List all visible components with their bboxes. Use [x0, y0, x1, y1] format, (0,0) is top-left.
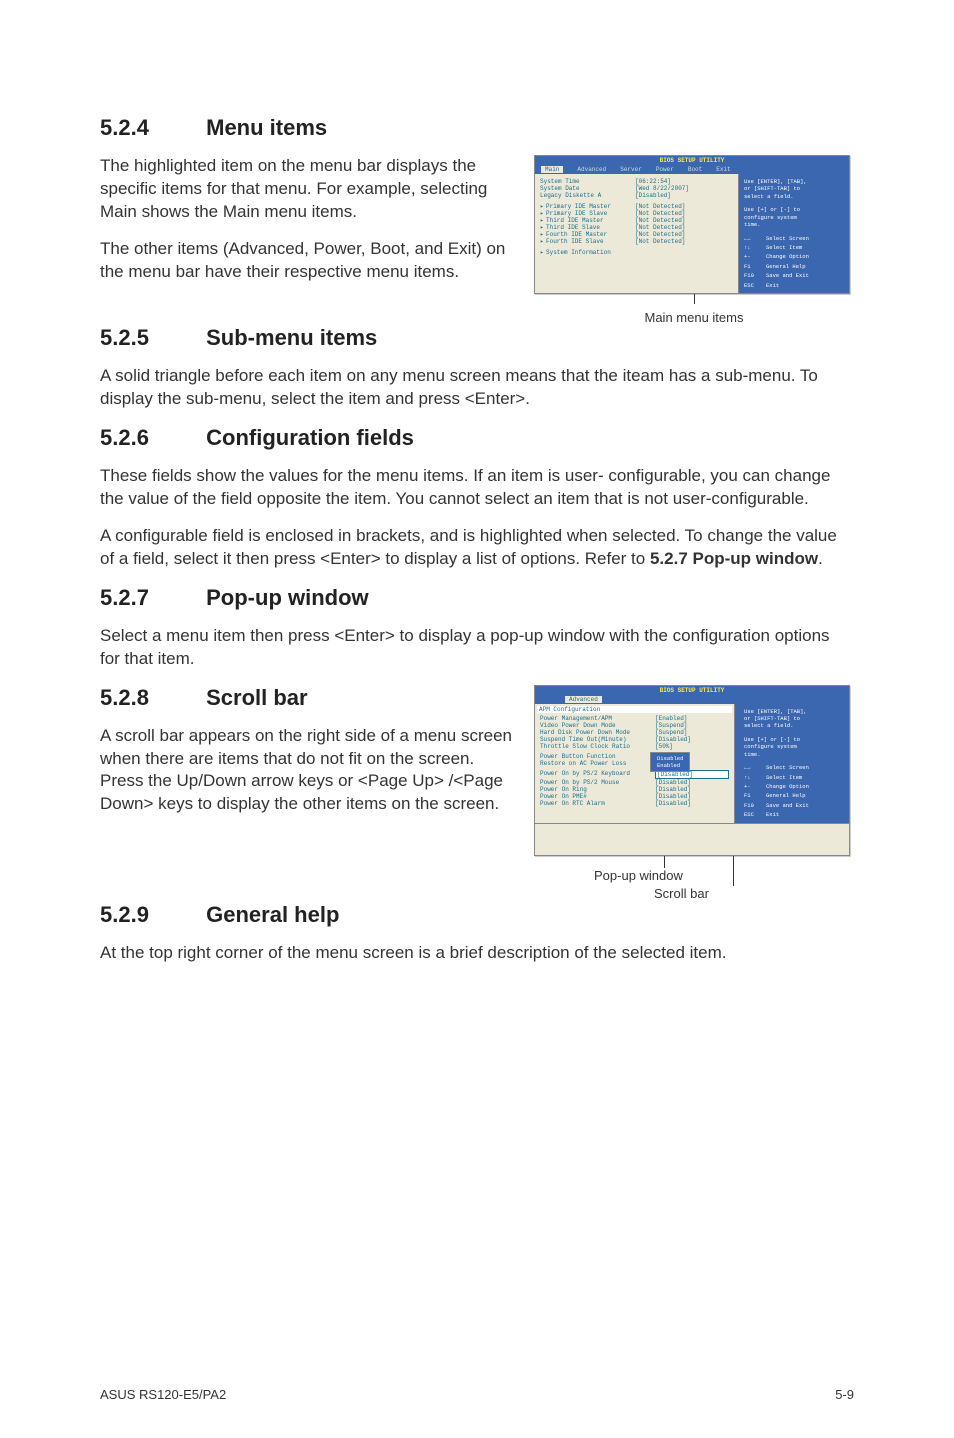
para-526b: A configurable field is enclosed in brac…	[100, 525, 854, 571]
bios1-sub-5[interactable]: ▸Fourth IDE Slave[Not Detected]	[540, 238, 733, 245]
heading-524: 5.2.4 Menu items	[100, 115, 854, 141]
pointer-line	[664, 856, 665, 868]
para-526a: These fields show the values for the men…	[100, 465, 854, 511]
bios2-row3-4[interactable]: Power On RTC Alarm[Disabled]	[540, 800, 729, 807]
bios1-sub-2[interactable]: ▸Third IDE Master[Not Detected]	[540, 217, 733, 224]
bios1-sub-1[interactable]: ▸Primary IDE Slave[Not Detected]	[540, 210, 733, 217]
heading-527: 5.2.7 Pop-up window	[100, 585, 854, 611]
col-fig-524: BIOS SETUP UTILITY Main Advanced Server …	[534, 155, 854, 325]
pointer-line	[733, 856, 734, 886]
bios-fig1: BIOS SETUP UTILITY Main Advanced Server …	[534, 155, 850, 294]
bios2-bottom	[535, 823, 849, 855]
bios2-row-0[interactable]: Power Management/APM[Enabled]	[540, 715, 729, 722]
bios1-left: System Time[06:22:54] System Date[Wed 8/…	[535, 174, 739, 293]
bios1-tab-boot[interactable]: Boot	[688, 166, 702, 173]
bios2-row-1[interactable]: Video Power Down Mode[Suspend]	[540, 722, 729, 729]
col-fig-528: BIOS SETUP UTILITY Advanced APM Configur…	[534, 685, 854, 902]
bios1-title: BIOS SETUP UTILITY	[535, 156, 849, 165]
bios1-sysinfo[interactable]: ▸System Information	[540, 249, 733, 256]
para-524a: The highlighted item on the menu bar dis…	[100, 155, 516, 224]
para-527: Select a menu item then press <Enter> to…	[100, 625, 854, 671]
bios2-row-2[interactable]: Hard Disk Power Down Mode[Suspend]	[540, 729, 729, 736]
bios2-popup[interactable]: Disabled Enabled	[650, 752, 690, 772]
bios2-title: BIOS SETUP UTILITY	[535, 686, 849, 695]
col-text-528: 5.2.8 Scroll bar A scroll bar appears on…	[100, 685, 516, 902]
bios2-row3-1[interactable]: Power On by PS/2 Mouse[Disabled]	[540, 779, 729, 786]
bios1-body: System Time[06:22:54] System Date[Wed 8/…	[535, 174, 849, 293]
popup-opt-enabled[interactable]: Enabled	[657, 762, 683, 769]
heading-524-num: 5.2.4	[100, 115, 200, 141]
popup-opt-disabled[interactable]: Disabled	[657, 755, 683, 762]
bios1-tab-exit[interactable]: Exit	[716, 166, 730, 173]
bios2-help: Use [ENTER], [TAB], or [SHIFT-TAB] to se…	[739, 704, 849, 823]
bios2-row-3[interactable]: Suspend Time Out(Minute)[Disabled]	[540, 736, 729, 743]
bios2-menubar: Advanced	[535, 695, 849, 704]
footer-left: ASUS RS120-E5/PA2	[100, 1387, 226, 1402]
pointer-line	[694, 294, 695, 304]
bios2-body: APM Configuration Power Management/APM[E…	[535, 704, 849, 823]
bios2-left: APM Configuration Power Management/APM[E…	[535, 704, 735, 823]
para-524b: The other items (Advanced, Power, Boot, …	[100, 238, 516, 284]
page: 5.2.4 Menu items The highlighted item on…	[0, 0, 954, 1438]
bios2-row2-1[interactable]: Restore on AC Power Loss	[540, 760, 729, 767]
bios1-row-sysdate[interactable]: System Date[Wed 8/22/2007]	[540, 185, 733, 192]
bios1-tab-power[interactable]: Power	[656, 166, 674, 173]
heading-524-title: Menu items	[206, 115, 327, 140]
bios2-tab-advanced[interactable]: Advanced	[565, 696, 602, 703]
fig2-caption-scroll: Scroll bar	[654, 886, 709, 901]
bios1-menubar: Main Advanced Server Power Boot Exit	[535, 165, 849, 174]
fig1-caption: Main menu items	[534, 310, 854, 325]
bios1-row-legacy[interactable]: Legacy Diskette A[Disabled]	[540, 192, 733, 199]
fig2-caption-popup: Pop-up window	[594, 868, 683, 883]
bios1-tab-server[interactable]: Server	[620, 166, 642, 173]
bios1-tab-main[interactable]: Main	[541, 166, 563, 173]
bios1-tab-advanced[interactable]: Advanced	[577, 166, 606, 173]
row-524: The highlighted item on the menu bar dis…	[100, 155, 854, 325]
heading-528: 5.2.8 Scroll bar	[100, 685, 516, 711]
footer-right: 5-9	[835, 1387, 854, 1402]
para-528: A scroll bar appears on the right side o…	[100, 725, 516, 817]
para-529: At the top right corner of the menu scre…	[100, 942, 854, 965]
bios2-header: APM Configuration	[537, 706, 732, 713]
bios2-row3-2[interactable]: Power On Ring[Disabled]	[540, 786, 729, 793]
bios2-row3-3[interactable]: Power On PME#[Disabled]	[540, 793, 729, 800]
bios2-row2-0[interactable]: Power Button Function	[540, 753, 729, 760]
bios1-row-systime[interactable]: System Time[06:22:54]	[540, 178, 733, 185]
col-text-524: The highlighted item on the menu bar dis…	[100, 155, 516, 325]
bios1-sub-0[interactable]: ▸Primary IDE Master[Not Detected]	[540, 203, 733, 210]
bios2-row-4[interactable]: Throttle Slow Clock Ratio[50%]	[540, 743, 729, 750]
bios2-row3-0[interactable]: Power On by PS/2 Keyboard[Disabled]	[540, 770, 729, 779]
bios1-sub-4[interactable]: ▸Fourth IDE Master[Not Detected]	[540, 231, 733, 238]
bios1-help: Use [ENTER], [TAB], or [SHIFT-TAB] to se…	[739, 174, 849, 293]
heading-529: 5.2.9 General help	[100, 902, 854, 928]
bios-fig2: BIOS SETUP UTILITY Advanced APM Configur…	[534, 685, 850, 902]
para-525: A solid triangle before each item on any…	[100, 365, 854, 411]
row-528: 5.2.8 Scroll bar A scroll bar appears on…	[100, 685, 854, 902]
heading-526: 5.2.6 Configuration fields	[100, 425, 854, 451]
heading-525: 5.2.5 Sub-menu items	[100, 325, 854, 351]
bios1-sub-3[interactable]: ▸Third IDE Slave[Not Detected]	[540, 224, 733, 231]
page-footer: ASUS RS120-E5/PA2 5-9	[100, 1386, 854, 1402]
